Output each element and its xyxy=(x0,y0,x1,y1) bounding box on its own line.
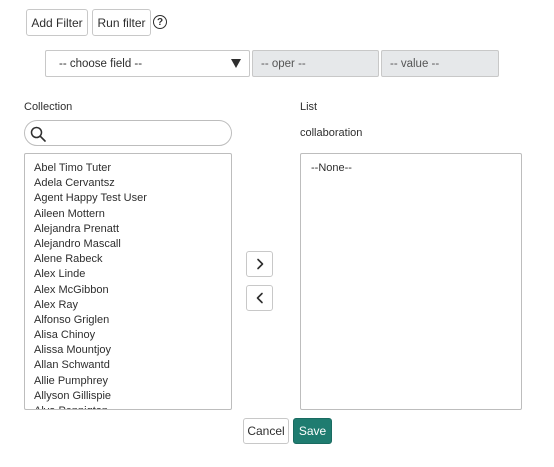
help-icon[interactable]: ? xyxy=(153,15,167,29)
collection-list-item[interactable]: Allie Pumphrey xyxy=(34,374,147,389)
collection-list-item[interactable]: Alex Ray xyxy=(34,298,147,313)
collection-label: Collection xyxy=(24,101,73,113)
list-name: collaboration xyxy=(300,127,363,139)
collection-list-item[interactable]: Alejandra Prenatt xyxy=(34,222,147,237)
collection-listbox[interactable]: Abel Timo Tuter Adela Cervantsz Agent Happ… xyxy=(24,153,232,410)
value-value: -- value -- xyxy=(390,57,440,70)
save-button[interactable]: Save xyxy=(293,418,332,444)
chevron-right-icon xyxy=(256,258,263,270)
selected-listbox[interactable]: --None-- xyxy=(300,153,522,410)
move-right-button[interactable] xyxy=(246,251,273,277)
search-icon xyxy=(30,126,46,142)
collection-list-item[interactable]: Alfonso Griglen xyxy=(34,313,147,328)
run-filter-button[interactable]: Run filter xyxy=(92,9,151,36)
choose-field-select[interactable]: -- choose field -- xyxy=(45,50,250,77)
operator-value: -- oper -- xyxy=(261,57,306,70)
collection-list-item[interactable]: Alex McGibbon xyxy=(34,283,147,298)
collection-items: Abel Timo Tuter Adela Cervantsz Agent Happ… xyxy=(34,161,147,409)
collection-list-item[interactable]: Alex Linde xyxy=(34,267,147,282)
collection-list-item[interactable]: Aileen Mottern xyxy=(34,207,147,222)
collection-list-item[interactable]: Alva Pennigton xyxy=(34,404,147,409)
collection-search-input[interactable] xyxy=(24,120,232,146)
collection-list-item[interactable]: Allyson Gillispie xyxy=(34,389,147,404)
operator-select: -- oper -- xyxy=(252,50,379,77)
selected-items: --None-- xyxy=(311,161,352,176)
move-left-button[interactable] xyxy=(246,285,273,311)
caret-down-icon xyxy=(231,59,241,68)
collection-list-item[interactable]: Abel Timo Tuter xyxy=(34,161,147,176)
collection-list-item[interactable]: Alejandro Mascall xyxy=(34,237,147,252)
choose-field-value: -- choose field -- xyxy=(59,57,143,70)
collection-list-item[interactable]: Allan Schwantd xyxy=(34,358,147,373)
collection-list-item[interactable]: Alisa Chinoy xyxy=(34,328,147,343)
selected-list-item[interactable]: --None-- xyxy=(311,161,352,176)
cancel-button[interactable]: Cancel xyxy=(243,418,289,444)
chevron-left-icon xyxy=(256,292,263,304)
collection-list-item[interactable]: Adela Cervantsz xyxy=(34,176,147,191)
list-label: List xyxy=(300,101,318,113)
collection-list-item[interactable]: Agent Happy Test User xyxy=(34,191,147,206)
value-select: -- value -- xyxy=(381,50,499,77)
collection-list-item[interactable]: Alene Rabeck xyxy=(34,252,147,267)
add-filter-button[interactable]: Add Filter xyxy=(26,9,88,36)
collection-list-item[interactable]: Alissa Mountjoy xyxy=(34,343,147,358)
